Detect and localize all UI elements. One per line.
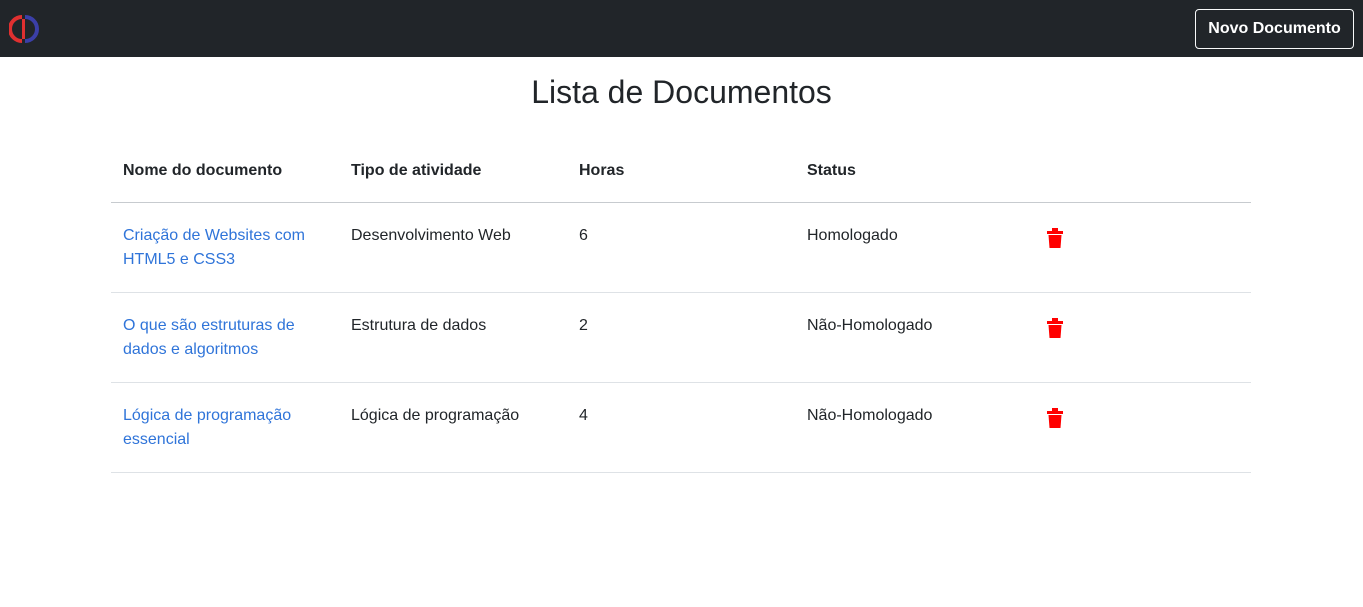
documents-table: Nome do documento Tipo de atividade Hora… xyxy=(111,146,1251,473)
document-link[interactable]: O que são estruturas de dados e algoritm… xyxy=(123,317,295,358)
table-header-row: Nome do documento Tipo de atividade Hora… xyxy=(111,146,1251,203)
table-row: Lógica de programação essencial Lógica d… xyxy=(111,382,1251,473)
cell-activity-type: Lógica de programação xyxy=(339,382,567,473)
trash-icon[interactable] xyxy=(1047,228,1063,248)
header-status: Status xyxy=(795,146,1023,203)
cell-hours: 4 xyxy=(567,382,795,473)
cell-status: Não-Homologado xyxy=(795,382,1023,473)
table-row: O que são estruturas de dados e algoritm… xyxy=(111,292,1251,383)
cell-activity-type: Estrutura de dados xyxy=(339,292,567,383)
cell-document-name: Criação de Websites com HTML5 e CSS3 xyxy=(111,202,339,293)
cell-actions xyxy=(1023,292,1251,383)
header-actions xyxy=(1023,146,1251,203)
document-link[interactable]: Lógica de programação essencial xyxy=(123,407,291,448)
header-document-name: Nome do documento xyxy=(111,146,339,203)
header-activity-type: Tipo de atividade xyxy=(339,146,567,203)
header-hours: Horas xyxy=(567,146,795,203)
document-link[interactable]: Criação de Websites com HTML5 e CSS3 xyxy=(123,227,305,268)
cell-document-name: O que são estruturas de dados e algoritm… xyxy=(111,292,339,383)
cell-hours: 2 xyxy=(567,292,795,383)
trash-icon[interactable] xyxy=(1047,408,1063,428)
cell-status: Não-Homologado xyxy=(795,292,1023,383)
cell-actions xyxy=(1023,202,1251,293)
cell-activity-type: Desenvolvimento Web xyxy=(339,202,567,293)
cell-hours: 6 xyxy=(567,202,795,293)
cell-actions xyxy=(1023,382,1251,473)
top-navbar: Novo Documento xyxy=(0,0,1363,57)
page-title: Lista de Documentos xyxy=(531,74,832,110)
cell-document-name: Lógica de programação essencial xyxy=(111,382,339,473)
table-row: Criação de Websites com HTML5 e CSS3 Des… xyxy=(111,202,1251,293)
cell-status: Homologado xyxy=(795,202,1023,293)
new-document-button[interactable]: Novo Documento xyxy=(1195,9,1354,49)
trash-icon[interactable] xyxy=(1047,318,1063,338)
circle-logo-icon[interactable] xyxy=(8,15,39,43)
